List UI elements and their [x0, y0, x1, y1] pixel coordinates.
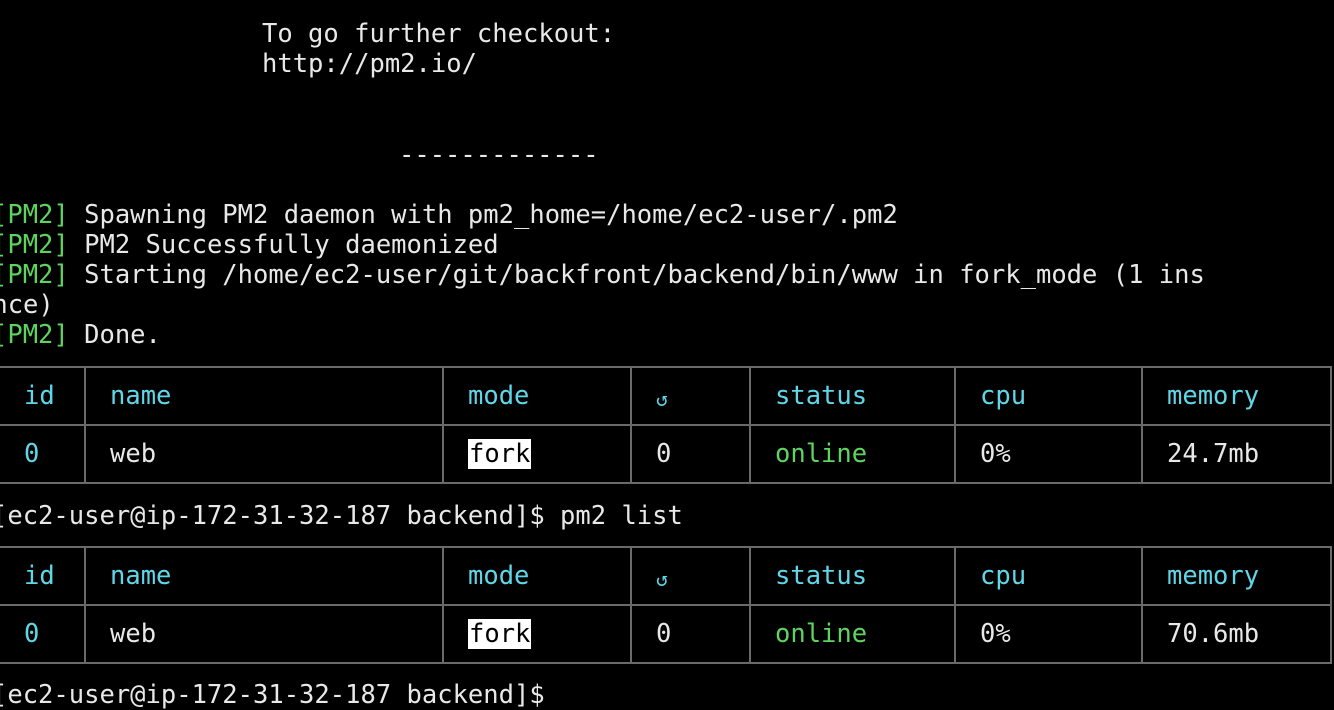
process-table-1: id name mode ↺ status cpu memory 0 web f… [0, 366, 1332, 484]
col-header-status: status [749, 546, 956, 606]
pm2-tag: [PM2] [0, 230, 69, 260]
cell-memory: 24.7mb [1141, 424, 1332, 484]
col-header-name: name [84, 366, 444, 426]
cell-status: online [749, 604, 956, 664]
pm2-tag: [PM2] [0, 260, 69, 290]
table-row: 0 web fork 0 online 0% 24.7mb [0, 424, 1332, 484]
cell-id: 0 [0, 424, 86, 484]
col-header-cpu: cpu [954, 546, 1143, 606]
col-header-memory: memory [1141, 546, 1332, 606]
command-prompt-line: [ec2-user@ip-172-31-32-187 backend]$ pm2… [0, 501, 683, 531]
cell-status: online [749, 424, 956, 484]
command-prompt-last[interactable]: [ec2-user@ip-172-31-32-187 backend]$ [0, 680, 545, 710]
cell-mode: fork [442, 604, 632, 664]
col-header-status: status [749, 366, 956, 426]
col-header-name: name [84, 546, 444, 606]
table-header-row: id name mode ↺ status cpu memory [0, 366, 1332, 426]
table-header-row: id name mode ↺ status cpu memory [0, 546, 1332, 606]
mode-badge: fork [468, 439, 532, 469]
further-info-line: To go further checkout: [262, 19, 616, 49]
col-header-memory: memory [1141, 366, 1332, 426]
pm2-tag: [PM2] [0, 320, 69, 350]
col-header-mode: mode [442, 366, 632, 426]
log-line-done: [PM2] Done. [0, 320, 161, 350]
pm2-url: http://pm2.io/ [262, 49, 477, 79]
log-line-spawn: [PM2] Spawning PM2 daemon with pm2_home=… [0, 200, 898, 230]
cell-restarts: 0 [630, 604, 751, 664]
col-header-restart: ↺ [630, 546, 751, 606]
process-table-2: id name mode ↺ status cpu memory 0 web f… [0, 546, 1332, 664]
col-header-restart: ↺ [630, 366, 751, 426]
cell-name: web [84, 424, 444, 484]
table-row: 0 web fork 0 online 0% 70.6mb [0, 604, 1332, 664]
cell-memory: 70.6mb [1141, 604, 1332, 664]
cell-cpu: 0% [954, 424, 1143, 484]
cell-mode: fork [442, 424, 632, 484]
log-text: Starting /home/ec2-user/git/backfront/ba… [84, 260, 1205, 290]
pm2-tag: [PM2] [0, 200, 69, 230]
cell-name: web [84, 604, 444, 664]
mode-badge: fork [468, 619, 532, 649]
col-header-mode: mode [442, 546, 632, 606]
col-header-id: id [0, 366, 86, 426]
log-line-starting: [PM2] Starting /home/ec2-user/git/backfr… [0, 260, 1205, 290]
separator-dashes: ------------- [399, 140, 599, 170]
cell-id: 0 [0, 604, 86, 664]
restart-icon: ↺ [656, 387, 669, 411]
col-header-id: id [0, 546, 86, 606]
log-text: PM2 Successfully daemonized [84, 230, 499, 260]
col-header-cpu: cpu [954, 366, 1143, 426]
log-text: Done. [84, 320, 161, 350]
cell-cpu: 0% [954, 604, 1143, 664]
log-line-daemonized: [PM2] PM2 Successfully daemonized [0, 230, 499, 260]
log-line-wrap: ance) [0, 290, 54, 320]
restart-icon: ↺ [656, 567, 669, 591]
cell-restarts: 0 [630, 424, 751, 484]
log-text: Spawning PM2 daemon with pm2_home=/home/… [84, 200, 898, 230]
